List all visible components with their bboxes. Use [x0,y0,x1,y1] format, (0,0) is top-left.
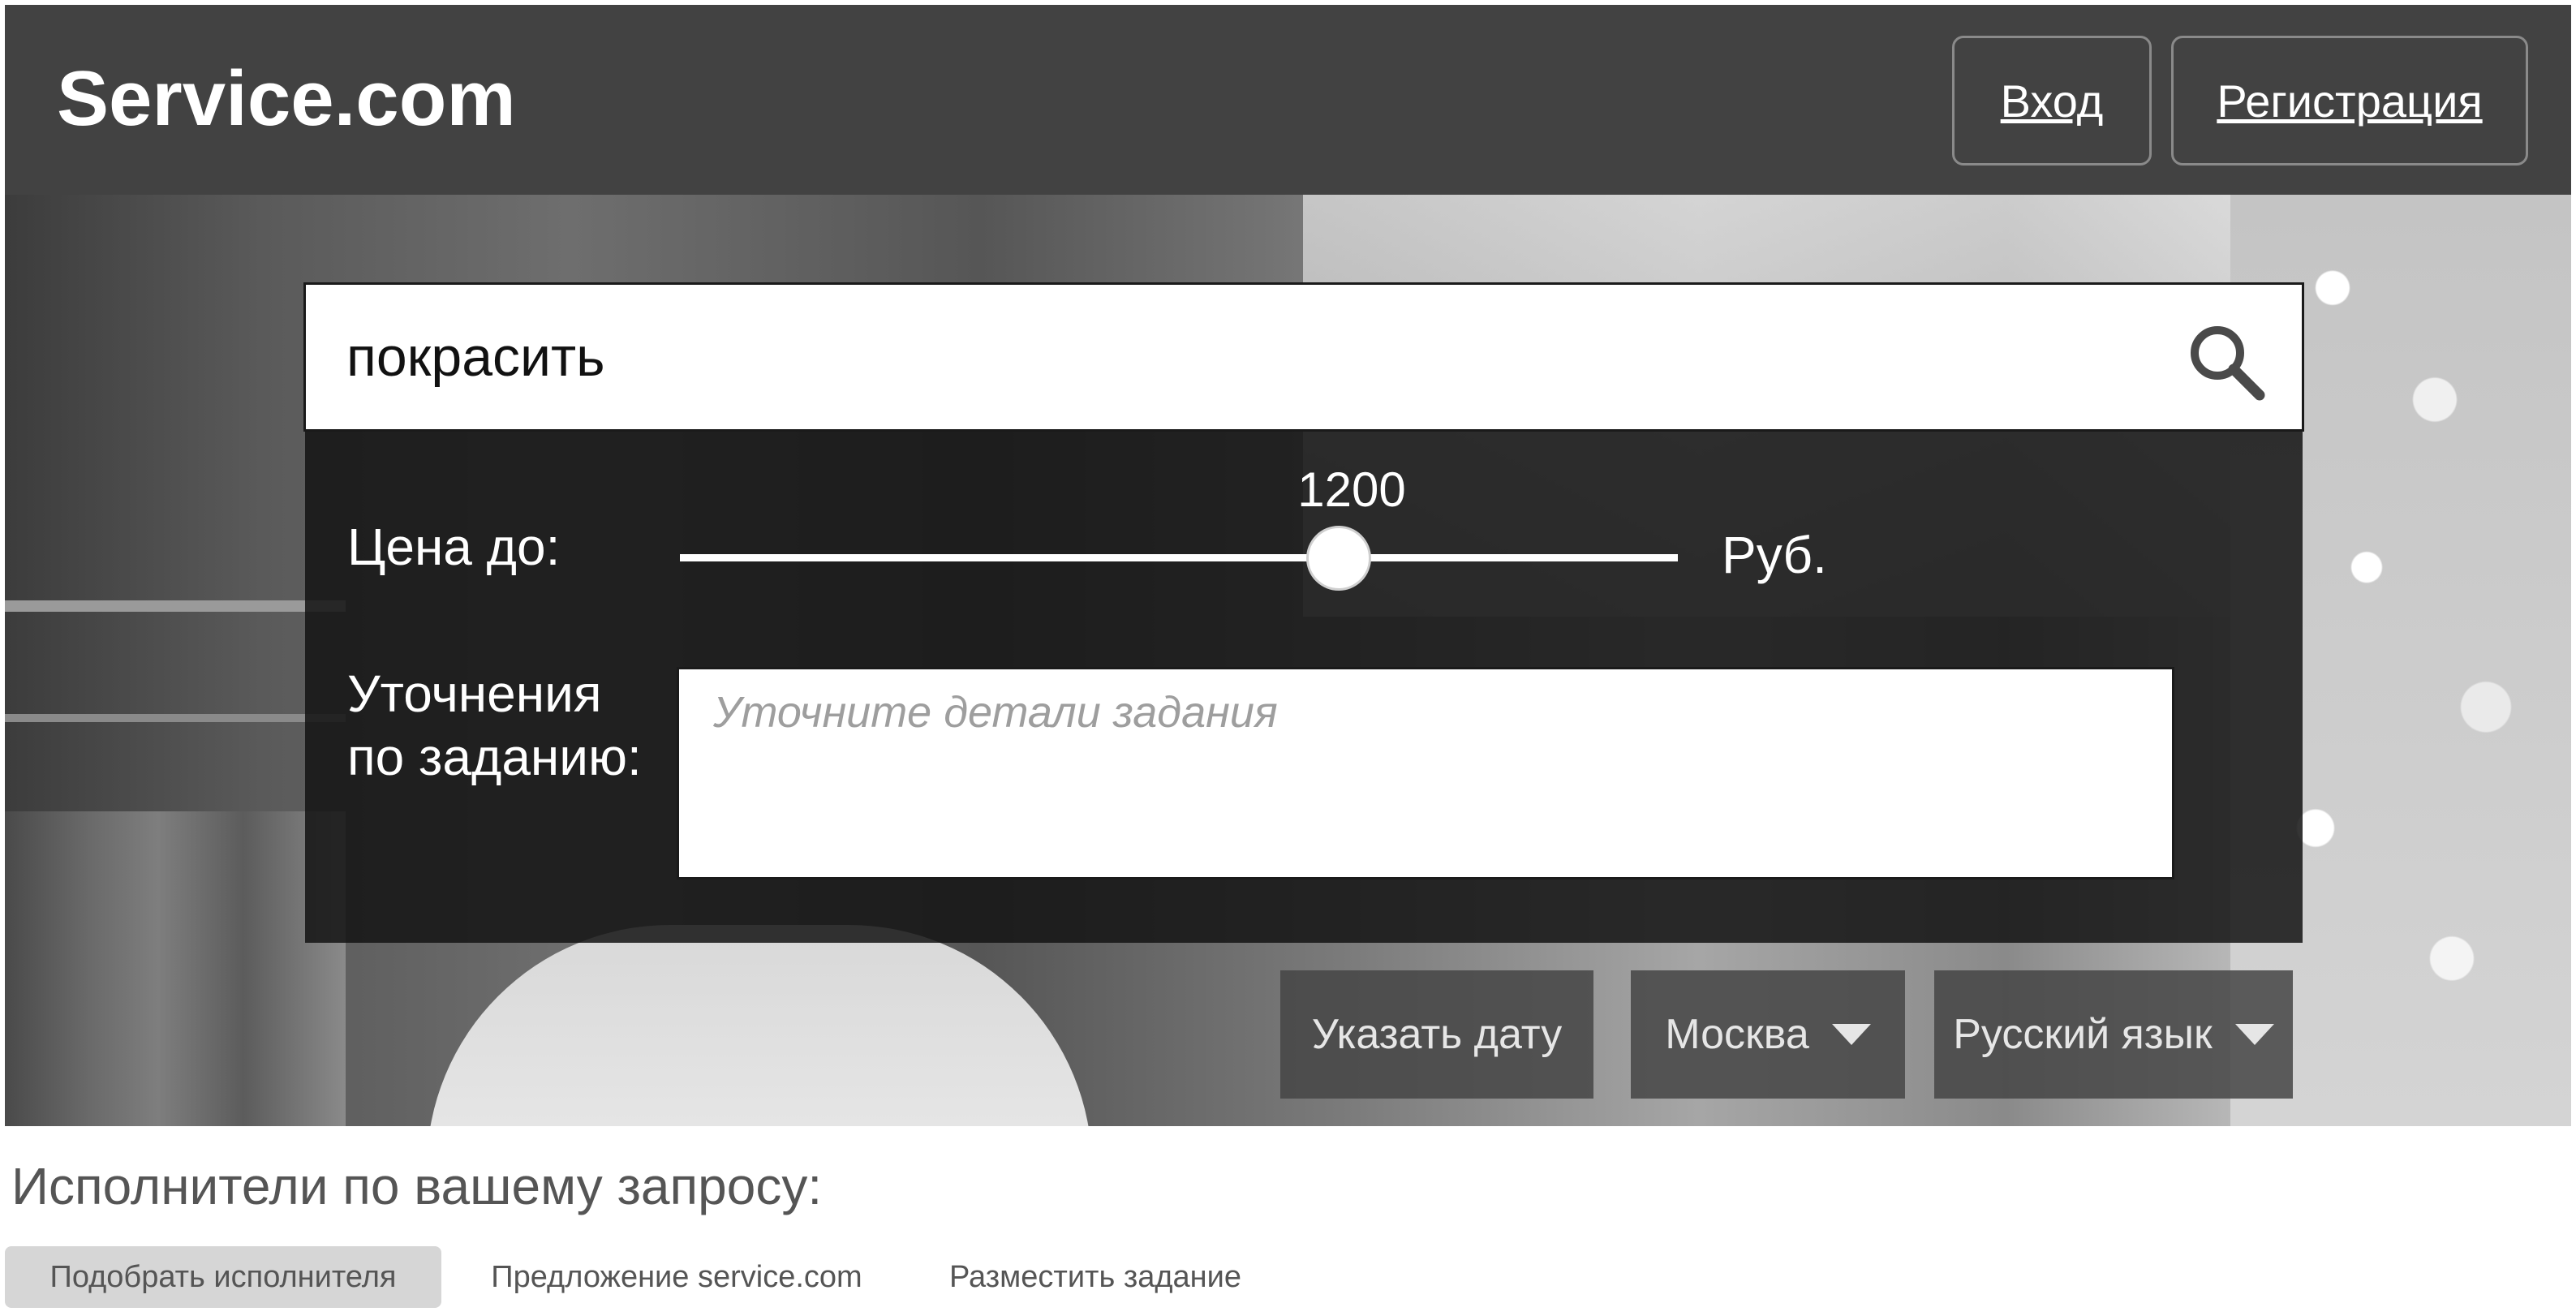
filter-panel: Цена до: 1200 Руб. Уточнения по заданию: [305,432,2303,943]
register-button[interactable]: Регистрация [2171,36,2528,166]
chevron-down-icon [2234,1024,2274,1045]
results-title: Исполнители по вашему запросу: [11,1157,823,1215]
details-label: Уточнения по заданию: [347,662,672,789]
login-button[interactable]: Вход [1952,36,2152,166]
tab-find-performer[interactable]: Подобрать исполнителя [5,1246,441,1308]
price-value: 1200 [1297,462,1406,517]
hero-clothes-rail [5,600,346,612]
tab-post-task[interactable]: Разместить задание [941,1246,1249,1308]
details-label-line1: Уточнения [347,664,602,723]
chevron-down-icon [1831,1024,1871,1045]
price-slider-thumb[interactable] [1305,526,1371,591]
language-dropdown-label: Русский язык [1953,1011,2213,1058]
price-slider-track[interactable] [680,554,1678,561]
date-picker-label: Указать дату [1311,1011,1563,1058]
search-icon[interactable] [2185,320,2266,402]
city-dropdown[interactable]: Москва [1631,970,1905,1099]
hero-person [427,925,1092,1126]
details-textarea[interactable] [677,667,2174,879]
tab-service-offer[interactable]: Предложение service.com [482,1246,871,1308]
date-picker-button[interactable]: Указать дату [1280,970,1593,1099]
search-input[interactable] [346,285,2131,429]
hero-hanging-clothes [5,811,346,1126]
search-bar [303,282,2304,432]
hero-shelf [5,714,346,722]
site-logo[interactable]: Service.com [57,60,516,138]
city-dropdown-label: Москва [1665,1011,1809,1058]
price-unit: Руб. [1722,526,1827,584]
top-header: Service.com Вход Регистрация [5,5,2571,195]
language-dropdown[interactable]: Русский язык [1934,970,2293,1099]
price-label: Цена до: [347,518,561,576]
details-label-line2: по заданию: [347,728,642,786]
